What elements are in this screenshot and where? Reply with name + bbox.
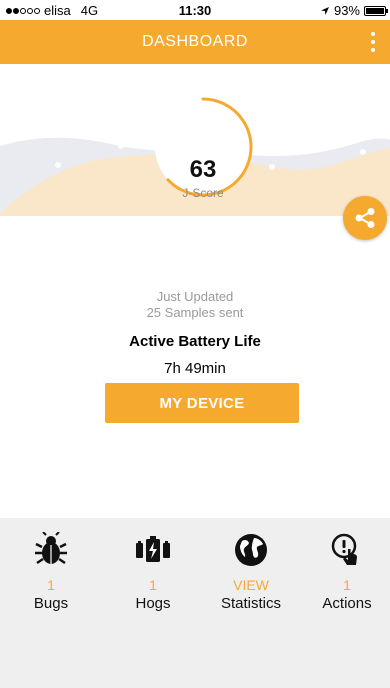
page-title: DASHBOARD bbox=[142, 33, 248, 50]
j-score-gauge[interactable]: 63 J-Score bbox=[150, 94, 256, 200]
j-score-value: 63 bbox=[189, 156, 217, 183]
location-arrow-icon bbox=[320, 6, 329, 15]
app-bar: DASHBOARD bbox=[0, 20, 390, 64]
globe-icon bbox=[235, 534, 267, 566]
samples-sent-text: 25 Samples sent bbox=[146, 305, 244, 320]
last-updated-text: Just Updated bbox=[156, 289, 234, 304]
tab-statistics[interactable]: VIEW Statistics bbox=[206, 532, 296, 612]
j-score-label: J-Score bbox=[182, 186, 224, 200]
bugs-count: 1 bbox=[47, 577, 55, 593]
hogs-count: 1 bbox=[149, 577, 157, 593]
score-hero: 63 J-Score bbox=[0, 64, 390, 216]
share-icon bbox=[355, 208, 375, 228]
touch-action-icon bbox=[331, 533, 357, 565]
bug-icon bbox=[35, 531, 67, 565]
my-device-button[interactable]: MY DEVICE bbox=[105, 383, 299, 423]
battery-life-value: 7h 49min bbox=[164, 360, 226, 377]
battery-hog-icon bbox=[136, 536, 170, 562]
tab-actions[interactable]: 1 Actions bbox=[302, 532, 390, 612]
hogs-label: Hogs bbox=[135, 595, 171, 612]
statistics-label: Statistics bbox=[220, 595, 281, 612]
statistics-action: VIEW bbox=[233, 577, 269, 593]
tab-bugs[interactable]: 1 Bugs bbox=[6, 531, 96, 612]
bugs-label: Bugs bbox=[33, 595, 69, 612]
actions-count: 1 bbox=[343, 577, 351, 593]
more-vertical-icon[interactable] bbox=[368, 32, 378, 52]
tab-hogs[interactable]: 1 Hogs bbox=[108, 532, 198, 612]
actions-label: Actions bbox=[322, 595, 372, 612]
score-ring bbox=[155, 97, 253, 197]
battery-percent: 93% bbox=[333, 3, 360, 18]
status-bar: elisa 4G 11:30 93% bbox=[0, 0, 390, 20]
share-button[interactable] bbox=[343, 196, 387, 240]
battery-icon bbox=[364, 5, 388, 16]
battery-life-title: Active Battery Life bbox=[129, 333, 261, 350]
bottom-tab-bar: 1 Bugs 1 Hogs VIEW Statistics 1 Actions bbox=[0, 518, 390, 688]
status-right: 93% bbox=[320, 3, 388, 18]
